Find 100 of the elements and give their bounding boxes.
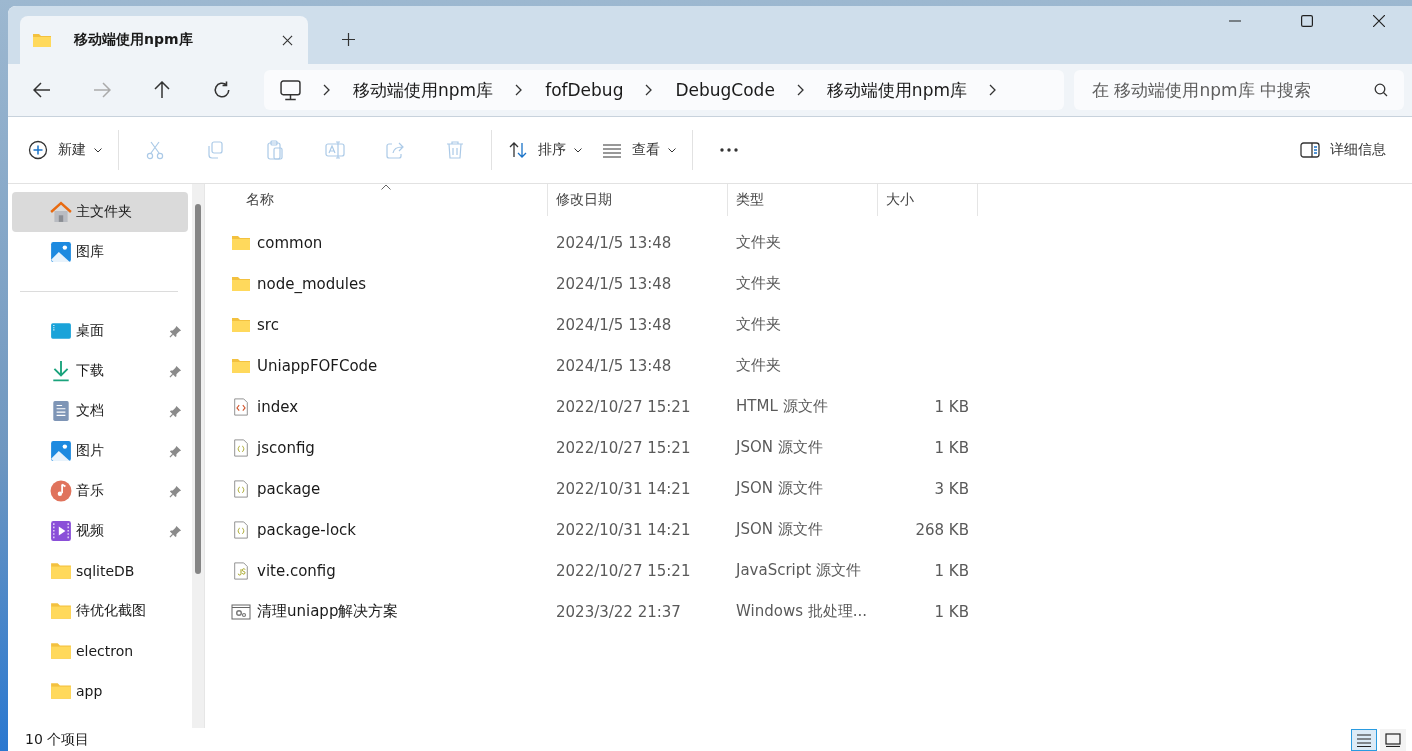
- tab-label: 移动端使用npm库: [74, 31, 194, 49]
- search-field[interactable]: 在 移动端使用npm库 中搜索: [1074, 70, 1404, 110]
- details-pane-button[interactable]: 详细信息: [1290, 130, 1396, 170]
- sidebar-label: 图片: [76, 442, 105, 460]
- breadcrumb-item[interactable]: DebugCode: [675, 80, 775, 100]
- pin-icon[interactable]: [169, 324, 182, 338]
- tiles-view-button[interactable]: [1380, 728, 1406, 751]
- column-header[interactable]: 名称: [205, 184, 548, 216]
- breadcrumb-item[interactable]: fofDebug: [545, 80, 624, 100]
- column-header[interactable]: 修改日期: [548, 184, 728, 216]
- modified-date: 2024/1/5 13:48: [556, 315, 672, 334]
- folder-icon: [50, 680, 72, 702]
- music-note-icon: [50, 480, 72, 502]
- modified-date: 2022/10/27 15:21: [556, 397, 691, 416]
- file-name[interactable]: 清理uniapp解决方案: [257, 602, 399, 621]
- add-tab-icon[interactable]: [342, 33, 355, 46]
- chevron-icon: [515, 84, 524, 96]
- address-bar[interactable]: 移动端使用npm库 fofDebug DebugCode 移动端使用npm库: [264, 70, 1064, 110]
- file-name[interactable]: node_modules: [257, 274, 366, 293]
- document-icon: [50, 400, 72, 422]
- sidebar-item[interactable]: 主文件夹: [12, 192, 188, 232]
- pin-icon[interactable]: [169, 444, 182, 458]
- forward-arrow-icon[interactable]: [93, 81, 111, 99]
- pin-icon[interactable]: [169, 364, 182, 378]
- file-name[interactable]: jsconfig: [257, 438, 315, 457]
- picture-icon: [50, 440, 72, 462]
- folder-icon: [32, 32, 52, 48]
- breadcrumb-item[interactable]: 移动端使用npm库: [353, 78, 494, 102]
- folder-icon: [50, 560, 72, 582]
- sidebar-item[interactable]: sqliteDB: [12, 551, 188, 591]
- file-name[interactable]: UniappFOFCode: [257, 356, 378, 375]
- details-pane-icon: [1300, 140, 1320, 160]
- modified-date: 2022/10/31 14:21: [556, 520, 691, 539]
- desktop-icon: [50, 320, 72, 342]
- breadcrumb-item[interactable]: 移动端使用npm库: [826, 78, 967, 102]
- file-name[interactable]: vite.config: [257, 561, 336, 580]
- column-header[interactable]: 类型: [728, 184, 878, 216]
- monitor-icon: [280, 79, 301, 101]
- file-type: JSON 源文件: [736, 520, 823, 539]
- caret-icon: [94, 147, 102, 153]
- sidebar-label: 视频: [76, 522, 105, 540]
- pin-icon[interactable]: [169, 484, 182, 498]
- refresh-icon[interactable]: [213, 81, 231, 99]
- folder-icon: [231, 274, 251, 293]
- close-icon[interactable]: [1373, 15, 1385, 27]
- file-name[interactable]: src: [257, 315, 279, 334]
- sidebar-item[interactable]: 桌面: [12, 311, 188, 351]
- up-arrow-icon[interactable]: [153, 81, 171, 99]
- file-type: 文件夹: [736, 356, 781, 375]
- file-name[interactable]: common: [257, 233, 323, 252]
- back-arrow-icon[interactable]: [33, 81, 51, 99]
- file-type: 文件夹: [736, 233, 781, 252]
- file-name[interactable]: index: [257, 397, 299, 416]
- sidebar-item[interactable]: 图片: [12, 431, 188, 471]
- sidebar-item[interactable]: 文档: [12, 391, 188, 431]
- pin-icon[interactable]: [169, 404, 182, 418]
- modified-date: 2024/1/5 13:48: [556, 356, 672, 375]
- file-type: JavaScript 源文件: [736, 561, 861, 580]
- file-size: 3 KB: [934, 479, 969, 498]
- new-button[interactable]: 新建: [18, 130, 112, 170]
- video-icon: [50, 520, 72, 542]
- pin-icon[interactable]: [169, 524, 182, 538]
- sidebar-item[interactable]: app: [12, 671, 188, 711]
- column-header[interactable]: 大小: [878, 184, 978, 216]
- download-icon: [50, 360, 72, 382]
- file-name[interactable]: package: [257, 479, 321, 498]
- sidebar-item[interactable]: 图库: [12, 232, 188, 272]
- chevron-icon[interactable]: [989, 84, 997, 96]
- sidebar-label: app: [76, 683, 104, 699]
- sidebar-label: 桌面: [76, 322, 105, 340]
- sidebar-label: 待优化截图: [76, 602, 147, 620]
- modified-date: 2023/3/22 21:37: [556, 602, 681, 621]
- tiles-view-icon: [1385, 732, 1401, 747]
- sidebar-label: 图库: [76, 243, 105, 261]
- details-view-button[interactable]: [1351, 728, 1377, 751]
- sort-button[interactable]: 排序: [498, 130, 592, 170]
- house-icon: [50, 201, 72, 223]
- sidebar-label: 音乐: [76, 482, 105, 500]
- sidebar-item[interactable]: 音乐: [12, 471, 188, 511]
- file-name[interactable]: package-lock: [257, 520, 357, 539]
- close-icon[interactable]: [282, 34, 293, 46]
- sidebar-item[interactable]: 待优化截图: [12, 591, 188, 631]
- braces-file-icon: [231, 520, 251, 539]
- modified-date: 2024/1/5 13:48: [556, 274, 672, 293]
- folder-tab[interactable]: 移动端使用npm库: [20, 16, 308, 64]
- folder-icon: [231, 315, 251, 334]
- file-size: 1 KB: [934, 561, 969, 580]
- chevron-icon: [796, 84, 805, 96]
- view-button[interactable]: 查看: [592, 130, 686, 170]
- sidebar-item[interactable]: 视频: [12, 511, 188, 551]
- file-size: 268 KB: [915, 520, 969, 539]
- file-type: 文件夹: [736, 315, 781, 334]
- braces-file-icon: [231, 479, 251, 498]
- code-file-icon: [231, 397, 251, 416]
- maximize-icon[interactable]: [1301, 15, 1313, 27]
- list-view-icon: [1356, 732, 1372, 747]
- caret-icon: [574, 147, 582, 153]
- scrollbar-thumb[interactable]: [195, 204, 201, 574]
- sidebar-item[interactable]: electron: [12, 631, 188, 671]
- sidebar-item[interactable]: 下载: [12, 351, 188, 391]
